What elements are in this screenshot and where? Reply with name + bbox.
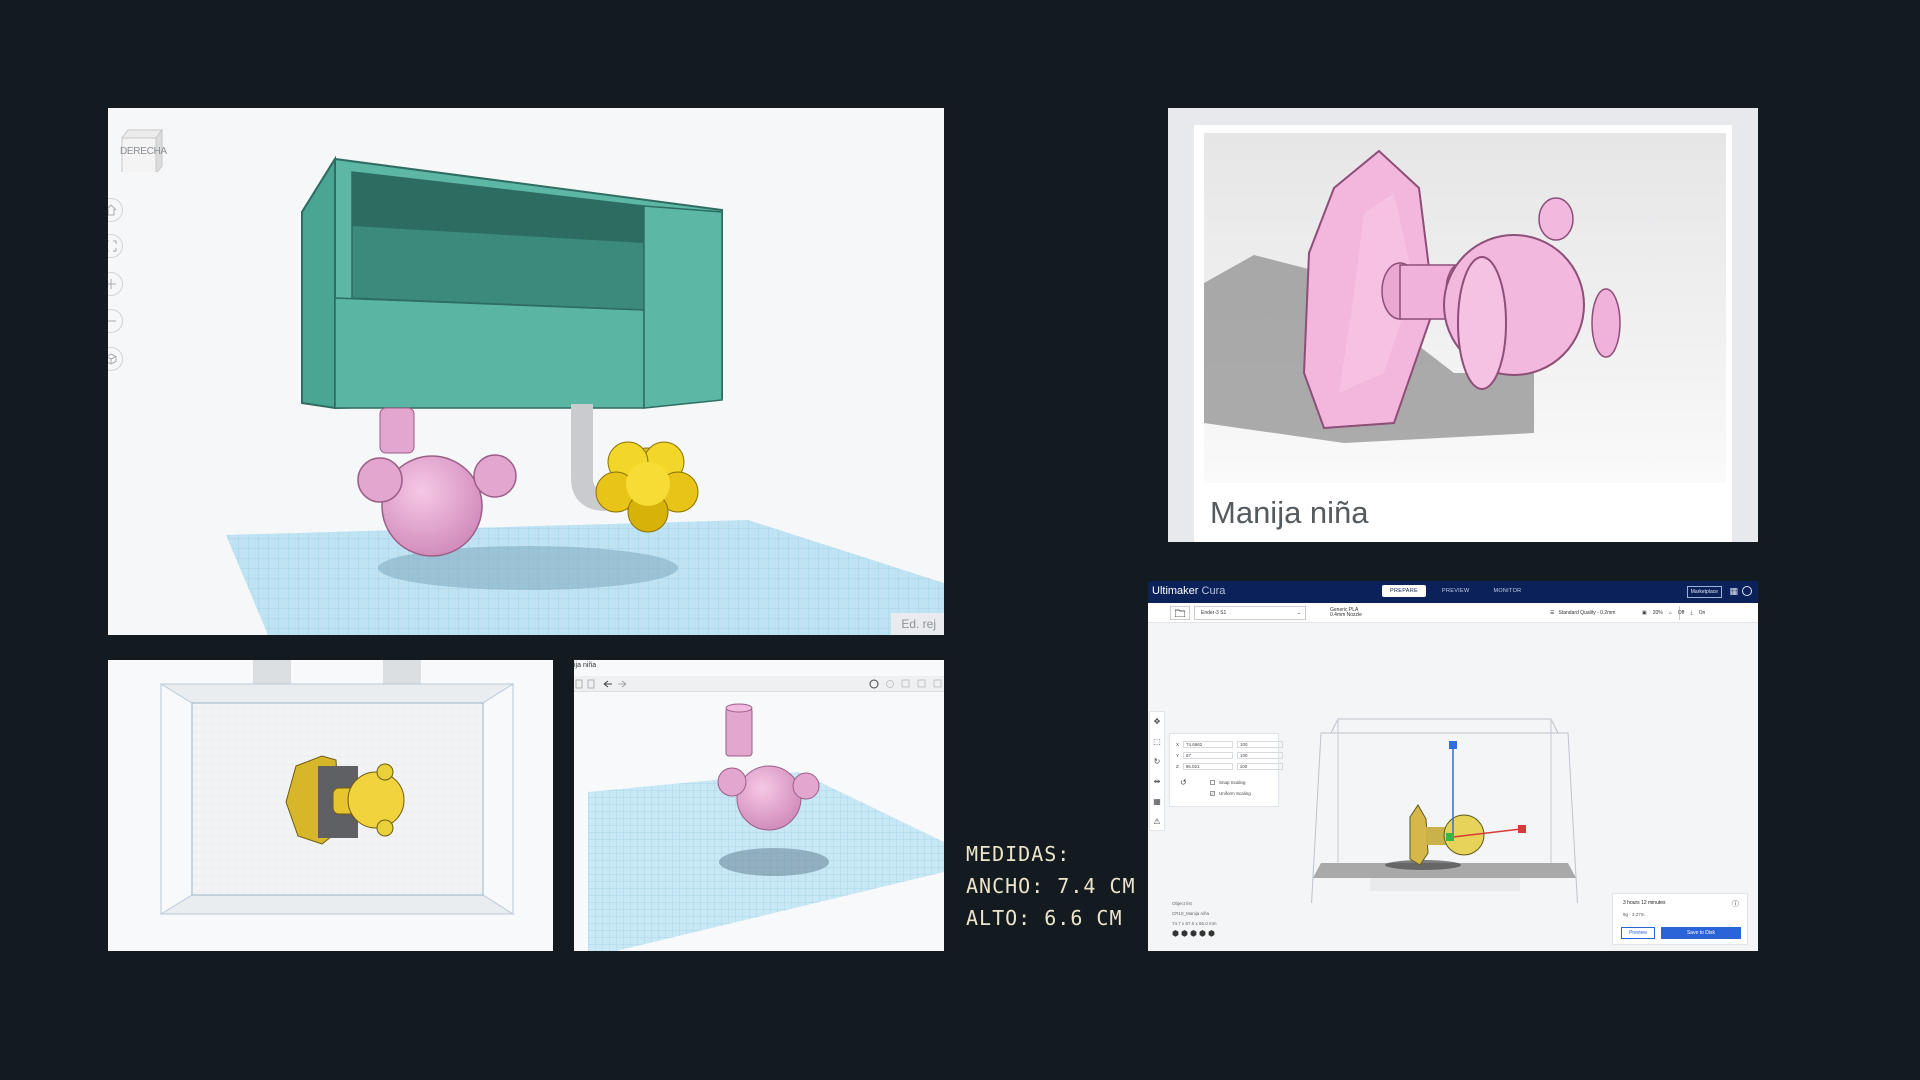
card-title: Manija niña: [1210, 495, 1369, 530]
scale-icon[interactable]: ⬚: [1150, 732, 1164, 752]
uniform-scaling-checkbox[interactable]: ✓ Uniform Scaling: [1210, 789, 1251, 797]
object-list-toggle[interactable]: Object list: [1172, 899, 1217, 909]
adhesion-icon: ⤓: [1690, 610, 1693, 616]
photo-card-panel: Manija niña: [1168, 108, 1758, 542]
per-model-settings-icon[interactable]: ▦: [1150, 792, 1164, 812]
print-summary-panel: 3 hours 12 minutes 9g · 3.27m ⓘ Preview …: [1612, 893, 1748, 945]
view-icon: [869, 679, 879, 689]
printer-selector[interactable]: Ender-3 S1 ⌄: [1194, 606, 1306, 620]
small-pink-head: [736, 765, 802, 831]
cura-settings-bar: Ender-3 S1 ⌄ Generic PLA 0.4mm Nozzle ☰ Sta…: [1148, 603, 1758, 623]
scale-y-mm-input[interactable]: 67: [1183, 751, 1234, 759]
view-orientation-icons[interactable]: ⬢⬢⬢⬢⬢: [1172, 929, 1217, 939]
account-icon[interactable]: [1742, 586, 1752, 596]
measurements-text: MEDIDAS: ANCHO: 7.4 CM ALTO: 6.6 CM: [966, 838, 1136, 934]
sliders-icon: ☰: [1550, 610, 1555, 616]
object-name: CR10_Manija niña: [1172, 911, 1210, 916]
minus-icon: [108, 320, 116, 322]
object-dimensions: 74.7 x 67.0 x 66.0 mm: [1172, 921, 1217, 926]
tab-prepare[interactable]: PREPARE: [1382, 585, 1426, 597]
small-scene: [588, 703, 944, 951]
open-file-button[interactable]: [1170, 606, 1190, 620]
cura-window: Ultimaker Cura PREPARE PREVIEW MONITOR M…: [1148, 581, 1758, 951]
plus-icon: [108, 279, 116, 289]
marketplace-button[interactable]: Marketplace: [1686, 586, 1722, 598]
cura-tool-sidebar: ✥ ⬚ ↻ ⇹ ▦ ⚠: [1149, 711, 1165, 831]
height-measurement: ALTO: 6.6 CM: [966, 906, 1123, 930]
undo-icon: [603, 680, 612, 688]
group-icon: [917, 679, 926, 688]
copy-icon: [575, 679, 583, 689]
redo-icon: [618, 680, 627, 688]
infill-icon: ▣: [1642, 610, 1647, 616]
save-to-disk-button[interactable]: Save to Disk: [1661, 927, 1741, 939]
scale-x-mm-input[interactable]: 74.6662: [1183, 740, 1234, 748]
design-tab-label[interactable]: ija niña: [574, 662, 596, 669]
tinkercad-scene: [226, 155, 944, 635]
teal-box-shape: [300, 155, 723, 410]
top-view-panel: [108, 660, 553, 951]
apps-grid-icon[interactable]: ▦: [1729, 587, 1738, 597]
top-view-scene: [159, 660, 515, 915]
move-icon[interactable]: ✥: [1150, 712, 1164, 732]
print-settings-summary[interactable]: ▣ 20% ⌂ Off ⤓ On: [1638, 606, 1748, 620]
viewcube-face-label: DERECHA: [120, 146, 167, 157]
tinkercad-3d-view: DERECHA Ed. rej: [108, 108, 944, 635]
scale-z-mm-input[interactable]: 66.021: [1182, 762, 1233, 770]
delete-icon: [587, 679, 595, 689]
rotate-icon[interactable]: ↻: [1150, 752, 1164, 772]
edit-grid-button[interactable]: Ed. rej: [891, 613, 944, 635]
photo-card: Manija niña: [1194, 125, 1732, 542]
scale-row-z: Z 66.021 100: [1176, 762, 1283, 770]
scale-y-pct-input[interactable]: 100: [1237, 751, 1284, 759]
folder-icon: [1175, 609, 1185, 617]
product-render-image: [1204, 133, 1726, 483]
support-icon: ⌂: [1668, 610, 1672, 616]
cura-stage-tabs: PREPARE PREVIEW MONITOR: [1382, 585, 1529, 597]
scale-row-x: X 74.6662 100: [1176, 740, 1284, 748]
scale-panel: X 74.6662 100 Y 67 100 Z 66.021 100 Snap…: [1169, 733, 1284, 807]
small-toolbar: [574, 676, 944, 692]
reset-scale-icon[interactable]: ↺: [1180, 778, 1187, 787]
width-measurement: ANCHO: 7.4 CM: [966, 874, 1136, 898]
light-icon: [886, 680, 894, 688]
shape-icon: [901, 679, 910, 688]
print-time: 3 hours 12 minutes: [1623, 900, 1666, 906]
tab-monitor[interactable]: MONITOR: [1485, 585, 1529, 597]
scale-row-y: Y 67 100: [1176, 751, 1284, 759]
measurements-heading: MEDIDAS:: [966, 842, 1071, 866]
cura-header: Ultimaker Cura PREPARE PREVIEW MONITOR M…: [1148, 581, 1758, 603]
cura-model: [1409, 804, 1429, 866]
mirror-icon[interactable]: ⇹: [1150, 772, 1164, 792]
preview-button[interactable]: Preview: [1621, 927, 1655, 939]
material-usage: 9g · 3.27m: [1623, 912, 1645, 917]
cube-icon: [108, 353, 117, 365]
object-list: Object list CR10_Manija niña 74.7 x 67.0…: [1172, 899, 1217, 939]
home-icon: [108, 204, 117, 216]
align-icon: [933, 679, 942, 688]
small-tinkercad-panel: ija niña: [574, 660, 944, 951]
scale-z-pct-input[interactable]: 100: [1236, 762, 1283, 770]
chevron-down-icon: ⌄: [1296, 610, 1301, 616]
yellow-flower-shape: [595, 441, 699, 533]
tab-preview[interactable]: PREVIEW: [1434, 585, 1477, 597]
support-blocker-icon[interactable]: ⚠: [1150, 812, 1164, 832]
cura-logo: Ultimaker Cura: [1152, 585, 1226, 597]
profile-selector[interactable]: ☰ Standard Quality - 0.2mm: [1544, 606, 1634, 620]
info-icon[interactable]: ⓘ: [1732, 899, 1739, 909]
snap-scaling-checkbox[interactable]: Snap Scaling: [1210, 778, 1246, 786]
scale-x-pct-input[interactable]: 100: [1237, 740, 1284, 748]
fit-icon: [108, 240, 117, 252]
